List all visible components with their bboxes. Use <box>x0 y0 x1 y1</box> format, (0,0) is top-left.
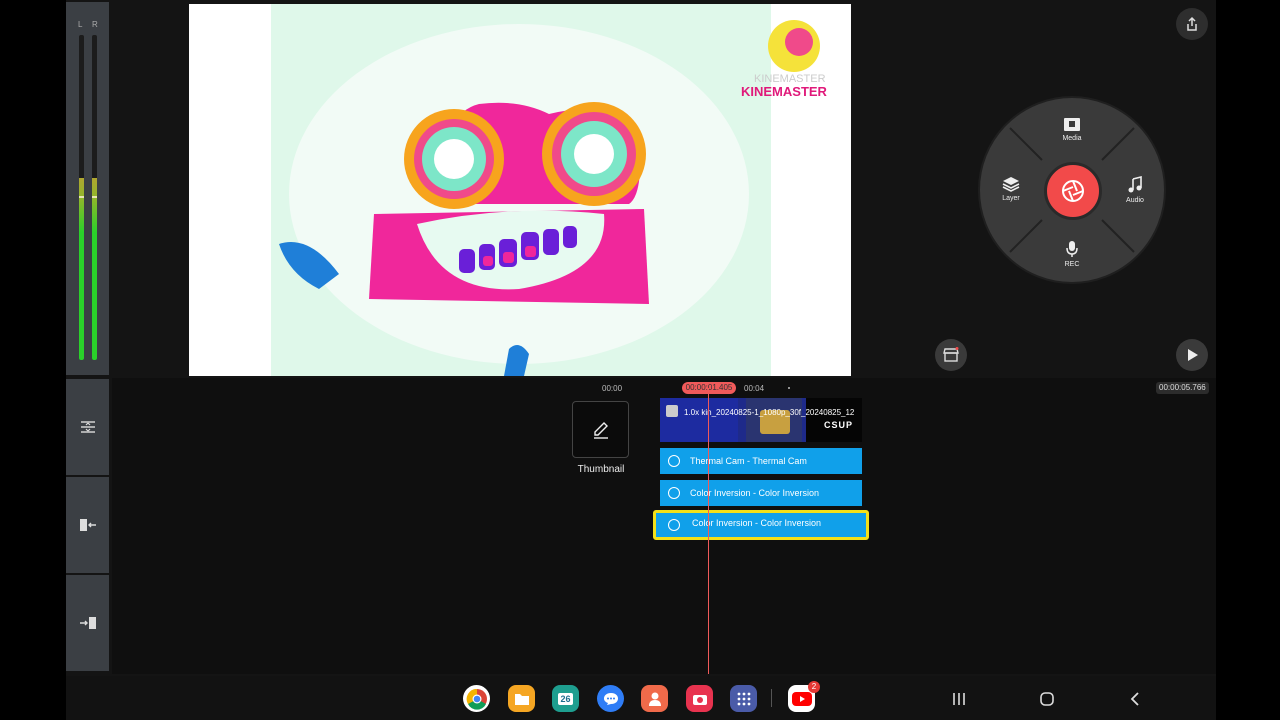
layer-icon <box>1002 177 1020 192</box>
play-icon <box>1188 349 1198 361</box>
thumbnail-button[interactable] <box>572 401 629 458</box>
clip-thumb-text: CSUP <box>824 420 854 430</box>
trim-right-button[interactable] <box>66 575 109 671</box>
playhead[interactable] <box>708 388 709 674</box>
audio-level-meter: L R <box>66 2 109 375</box>
store-icon <box>943 347 959 362</box>
split-tool-button[interactable] <box>66 379 109 475</box>
camera-app-icon[interactable] <box>686 685 713 712</box>
right-channel-meter <box>92 35 97 360</box>
video-preview[interactable]: KINEMASTER KINEMASTER <box>189 4 851 376</box>
pencil-icon <box>593 421 608 439</box>
taskbar-divider <box>771 689 772 707</box>
trim-left-icon <box>79 519 96 531</box>
split-icon <box>80 421 95 433</box>
kinemaster-editor: L R KINEMASTER KINEMASTER Media Layer Au… <box>66 0 1216 720</box>
contacts-app-icon[interactable] <box>641 685 668 712</box>
home-icon <box>1040 692 1054 706</box>
clip-type-icon <box>666 405 678 417</box>
effect-label: Color Inversion - Color Inversion <box>692 518 822 528</box>
audio-icon <box>1128 176 1142 193</box>
rec-label: REC <box>1064 261 1080 268</box>
capture-button[interactable] <box>1044 162 1102 220</box>
media-icon <box>1064 118 1080 131</box>
clip-title: 1.0x kin_20240825-1_1080p_30f_20240825_1… <box>684 408 855 417</box>
trim-left-button[interactable] <box>66 477 109 573</box>
trim-right-icon <box>79 617 96 629</box>
ruler-start: 00:00 <box>602 384 623 393</box>
watermark-text-2: KINEMASTER <box>741 84 828 99</box>
record-voice-button[interactable]: REC <box>1047 240 1097 268</box>
chrome-app-icon[interactable] <box>463 685 490 712</box>
preview-frame: KINEMASTER KINEMASTER <box>189 4 851 376</box>
notification-badge: 2 <box>808 681 820 693</box>
youtube-app-icon[interactable]: 2 <box>788 681 820 712</box>
home-button[interactable] <box>1035 688 1059 710</box>
media-label: Media <box>1062 135 1082 142</box>
current-time: 00:00:01.405 <box>682 382 736 394</box>
ruler-dot <box>788 387 790 389</box>
effect-layer-selected[interactable]: Color Inversion - Color Inversion <box>653 510 869 540</box>
mic-icon <box>1066 241 1078 257</box>
asset-store-button[interactable] <box>935 339 967 371</box>
recent-apps-button[interactable] <box>947 688 971 710</box>
recents-icon <box>953 693 965 705</box>
left-channel-label: L <box>78 20 83 29</box>
effect-layer[interactable]: Thermal Cam - Thermal Cam <box>660 448 862 474</box>
video-clip[interactable]: CSUP 1.0x kin_20240825-1_1080p_30f_20240… <box>660 398 862 442</box>
media-wheel: Media Layer Audio REC <box>978 96 1166 284</box>
effect-icon <box>668 455 680 467</box>
timeline[interactable]: 00:00 00:04 00:00:01.405 00:00:05.766 Th… <box>112 378 1216 674</box>
camera-shutter-icon <box>1062 180 1084 202</box>
layer-button[interactable]: Layer <box>986 176 1036 202</box>
back-button[interactable] <box>1123 688 1147 710</box>
thumbnail-label: Thumbnail <box>577 464 625 475</box>
share-button[interactable] <box>1176 8 1208 40</box>
right-channel-label: R <box>92 20 98 29</box>
audio-label: Audio <box>1126 197 1144 204</box>
layer-label: Layer <box>1002 195 1020 202</box>
ruler-mark: 00:04 <box>744 384 765 393</box>
audio-button[interactable]: Audio <box>1110 176 1160 204</box>
share-icon <box>1187 16 1197 31</box>
calendar-day: 26 <box>558 692 573 705</box>
effect-label: Color Inversion - Color Inversion <box>690 488 820 498</box>
system-taskbar: 26 2 <box>66 676 1216 720</box>
back-icon <box>1130 692 1139 706</box>
effect-icon <box>668 519 680 531</box>
files-app-icon[interactable] <box>508 685 535 712</box>
effect-icon <box>668 487 680 499</box>
apps-drawer-icon[interactable] <box>730 685 757 712</box>
messages-app-icon[interactable] <box>597 685 624 712</box>
total-duration: 00:00:05.766 <box>1156 382 1209 394</box>
effect-layer[interactable]: Color Inversion - Color Inversion <box>660 480 862 506</box>
play-button[interactable] <box>1176 339 1208 371</box>
calendar-app-icon[interactable]: 26 <box>552 685 579 712</box>
media-button[interactable]: Media <box>1047 116 1097 142</box>
left-channel-meter <box>79 35 84 360</box>
